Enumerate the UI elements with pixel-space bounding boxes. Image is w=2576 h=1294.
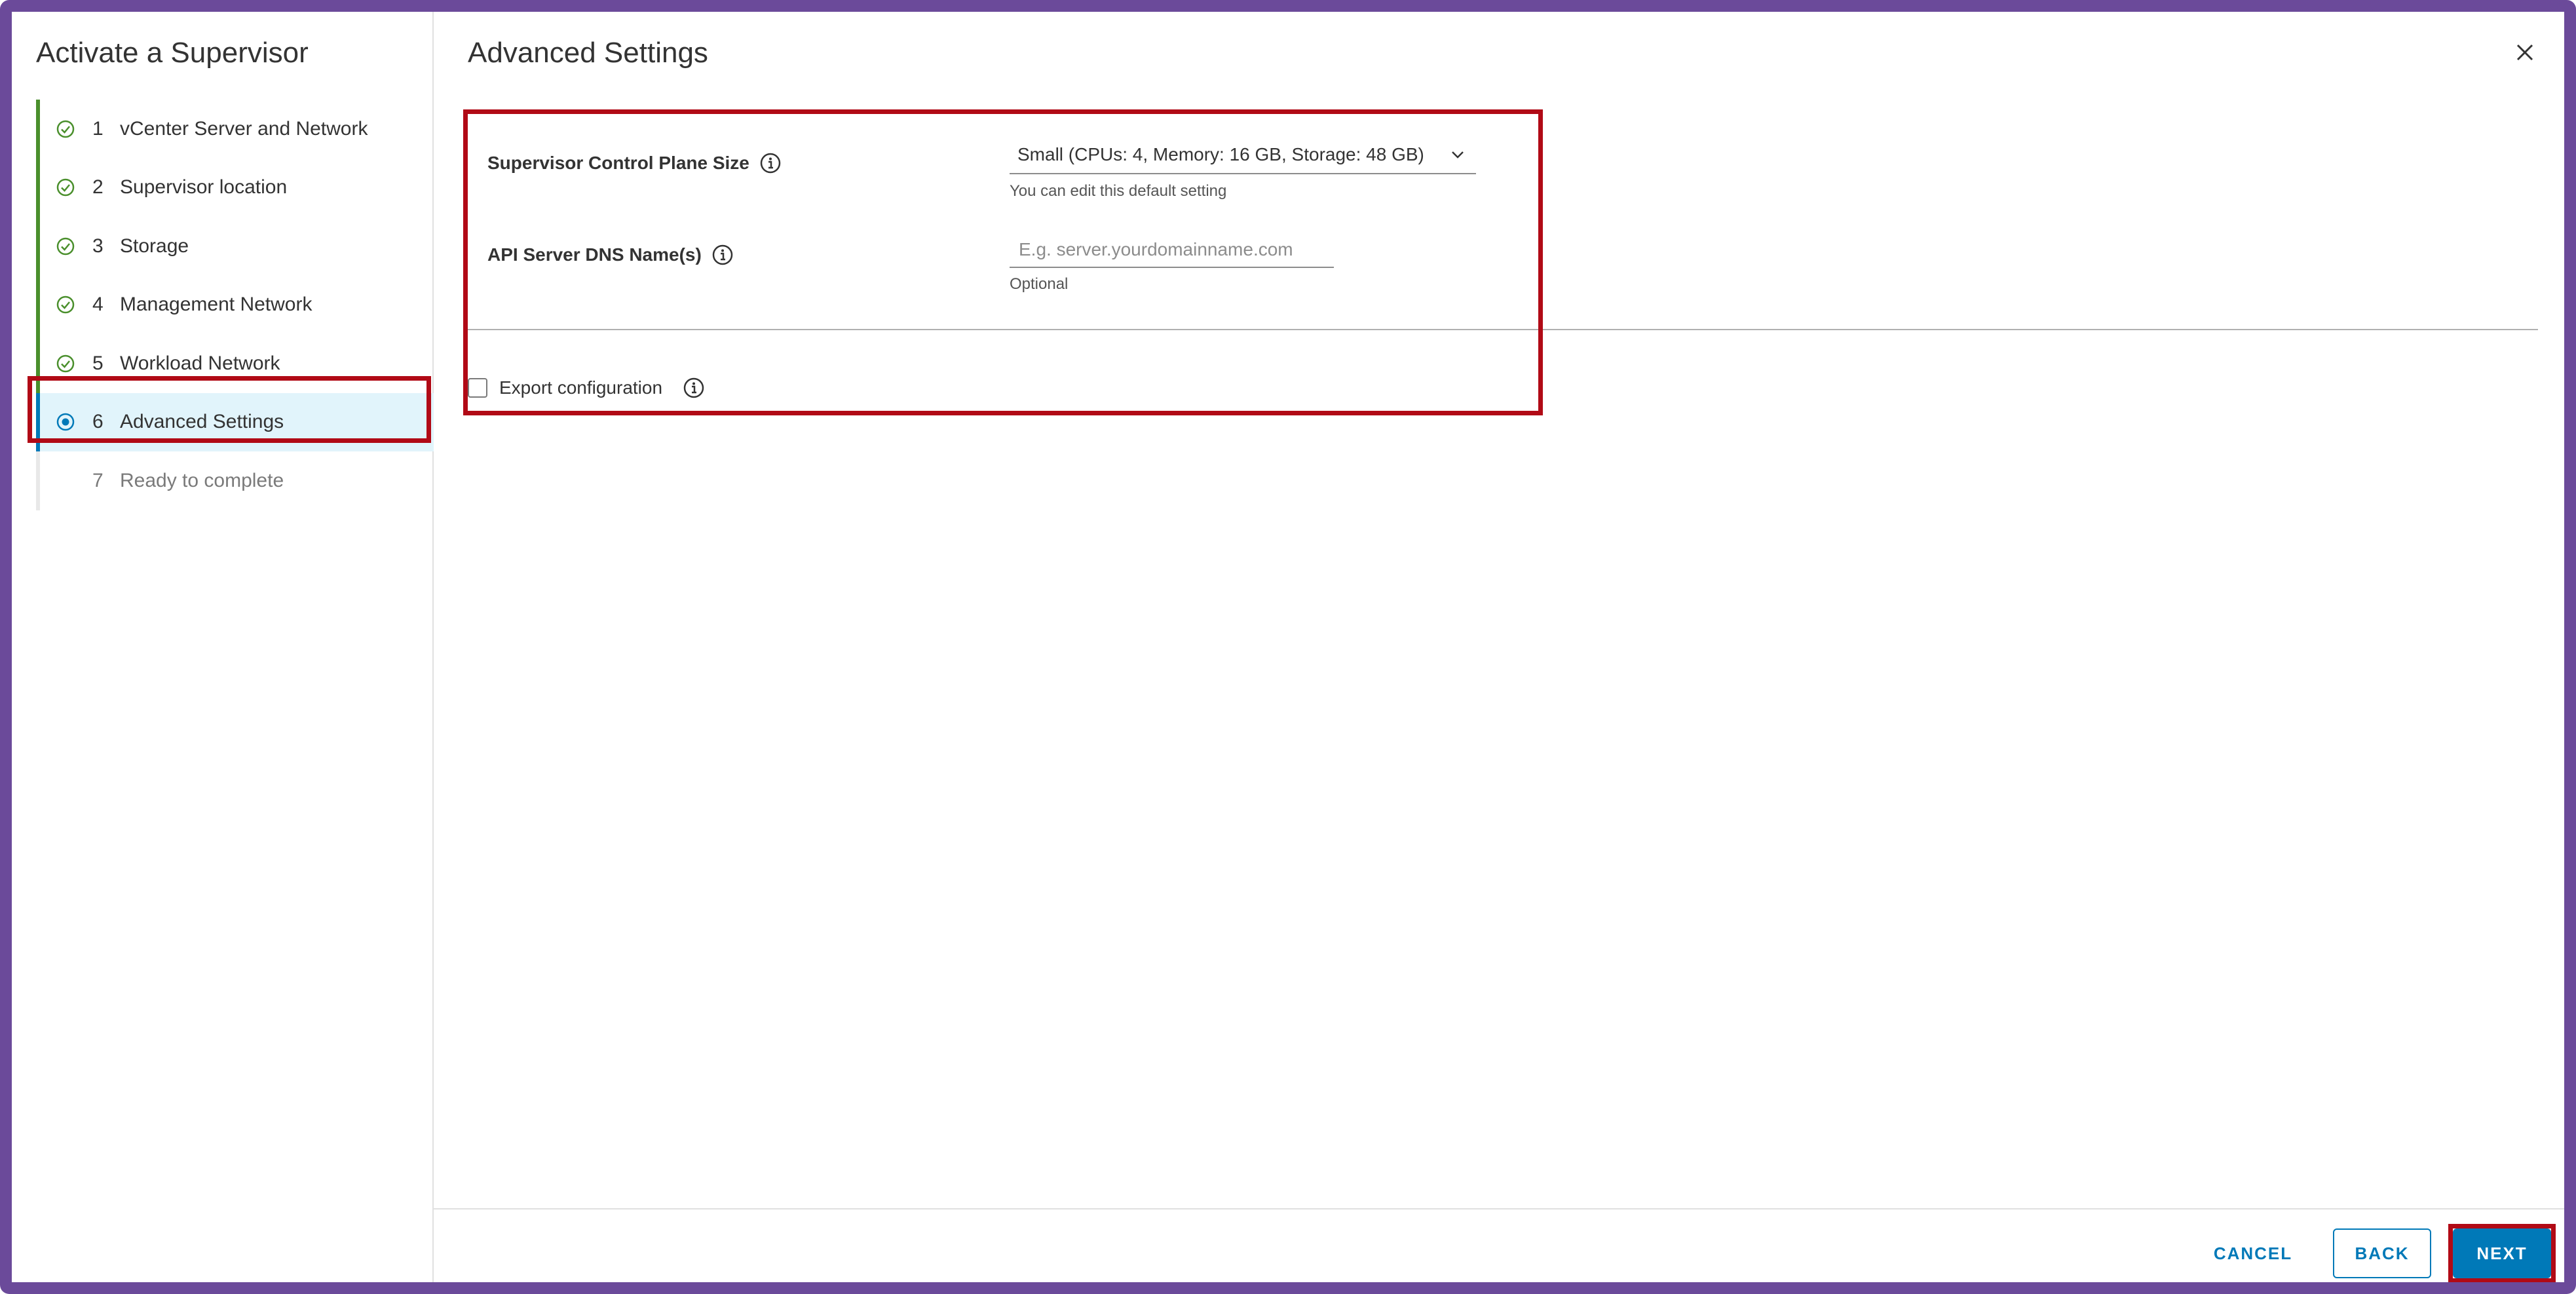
control-plane-size-label: Supervisor Control Plane Size [487,151,782,175]
page-title: Advanced Settings [468,37,708,69]
wizard-step-4[interactable]: 4 Management Network [36,275,434,334]
close-icon [2516,44,2533,61]
control-plane-size-text: Supervisor Control Plane Size [487,153,749,173]
app-frame: Activate a Supervisor 1 vCenter Server a… [0,0,2576,1294]
wizard-step-3[interactable]: 3 Storage [36,217,434,276]
chevron-down-icon [1445,142,1471,168]
back-button[interactable]: BACK [2333,1228,2431,1278]
check-circle-icon [54,176,77,199]
dns-name-text: API Server DNS Name(s) [487,244,702,265]
footer-divider [434,1208,2564,1209]
step-placeholder-icon [54,470,77,492]
check-circle-icon [54,118,77,140]
control-plane-helper: You can edit this default setting [1010,182,1227,200]
export-configuration-row: Export configuration [468,376,706,400]
export-configuration-label[interactable]: Export configuration [499,377,662,398]
dns-name-label: API Server DNS Name(s) [487,243,734,267]
step-number: 6 [92,411,104,433]
wizard-step-1[interactable]: 1 vCenter Server and Network [36,100,434,159]
step-number: 7 [92,469,104,491]
control-plane-size-select[interactable]: Small (CPUs: 4, Memory: 16 GB, Storage: … [1010,136,1476,174]
step-label: vCenter Server and Network [120,117,368,140]
control-plane-size-value: Small (CPUs: 4, Memory: 16 GB, Storage: … [1017,144,1424,164]
step-label: Advanced Settings [120,411,284,433]
info-icon[interactable] [711,243,734,267]
info-icon[interactable] [682,376,706,400]
step-label: Supervisor location [120,176,288,199]
wizard-title: Activate a Supervisor [36,37,309,69]
step-label: Workload Network [120,352,280,374]
export-configuration-checkbox[interactable] [468,378,487,398]
radio-dot-icon [54,411,77,433]
wizard-step-5[interactable]: 5 Workload Network [36,334,434,393]
step-number: 3 [92,235,104,257]
step-number: 1 [92,117,104,140]
step-label: Storage [120,235,189,257]
check-circle-icon [54,294,77,316]
step-number: 5 [92,352,104,374]
wizard-step-2[interactable]: 2 Supervisor location [36,158,434,217]
wizard-sidebar: Activate a Supervisor 1 vCenter Server a… [12,12,434,1282]
main-panel: Advanced Settings Supervisor Control Pla… [434,12,2564,1282]
section-divider [468,329,2538,330]
wizard-step-7[interactable]: 7 Ready to complete [36,451,434,510]
next-button[interactable]: NEXT [2453,1228,2551,1278]
step-label: Ready to complete [120,469,284,491]
dns-name-helper: Optional [1010,275,1069,293]
dns-name-input[interactable] [1010,233,1334,268]
info-icon[interactable] [759,151,782,175]
check-circle-icon [54,352,77,375]
close-button[interactable] [2512,39,2538,66]
check-circle-icon [54,235,77,257]
cancel-button[interactable]: CANCEL [2204,1228,2302,1278]
step-number: 2 [92,176,104,199]
wizard-steps: 1 vCenter Server and Network 2 Superviso… [36,100,434,510]
step-label: Management Network [120,294,313,316]
wizard-step-6[interactable]: 6 Advanced Settings [36,392,434,451]
step-number: 4 [92,294,104,316]
